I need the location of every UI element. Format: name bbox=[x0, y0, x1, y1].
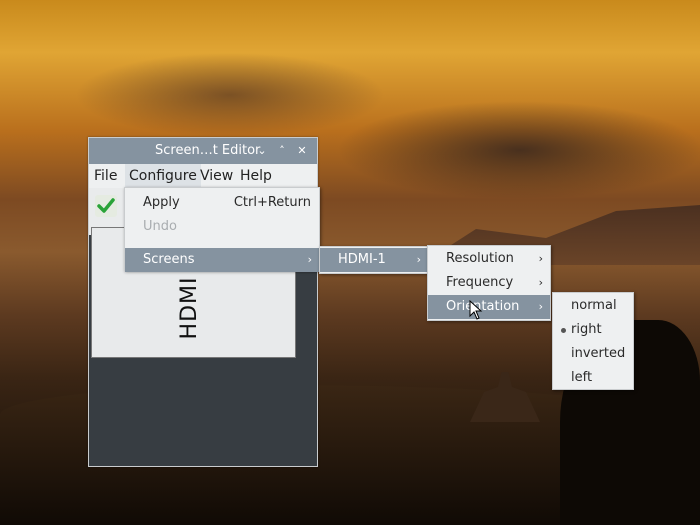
screens-submenu: HDMI-1 › bbox=[319, 246, 429, 274]
menu-item-apply[interactable]: Apply Ctrl+Return bbox=[125, 191, 319, 215]
menu-view[interactable]: View bbox=[200, 164, 233, 188]
menu-help[interactable]: Help bbox=[240, 164, 272, 188]
checkmark-icon bbox=[97, 198, 115, 213]
orientation-option-right[interactable]: right bbox=[553, 318, 633, 342]
menu-item-frequency[interactable]: Frequency › bbox=[428, 271, 550, 295]
orientation-option-left[interactable]: left bbox=[553, 366, 633, 390]
close-button[interactable]: ✕ bbox=[293, 138, 311, 164]
menu-item-screens[interactable]: Screens › bbox=[125, 248, 319, 272]
submenu-arrow-icon: › bbox=[307, 253, 312, 266]
menu-item-hdmi-1[interactable]: HDMI-1 › bbox=[320, 248, 428, 272]
hdmi-submenu: Resolution › Frequency › Orientation › bbox=[427, 245, 551, 321]
menu-item-orientation[interactable]: Orientation › bbox=[428, 295, 550, 319]
menu-bar: File Configure View Help bbox=[89, 164, 317, 188]
submenu-arrow-icon: › bbox=[416, 253, 421, 266]
apply-toolbar-button[interactable] bbox=[95, 195, 117, 217]
apply-shortcut: Ctrl+Return bbox=[233, 195, 311, 210]
menu-configure[interactable]: Configure bbox=[125, 164, 201, 188]
orientation-submenu: normal right inverted left bbox=[552, 292, 634, 390]
title-bar[interactable]: Screen…t Editor ⌄ ˄ ✕ bbox=[89, 138, 317, 164]
menu-file[interactable]: File bbox=[94, 164, 117, 188]
menu-item-undo: Undo bbox=[143, 219, 177, 234]
configure-menu: Apply Ctrl+Return Undo Screens › bbox=[124, 187, 320, 272]
screen-label: HDMI bbox=[176, 276, 202, 340]
orientation-option-inverted[interactable]: inverted bbox=[553, 342, 633, 366]
menu-item-resolution[interactable]: Resolution › bbox=[428, 247, 550, 271]
window-menu-button[interactable]: ⌄ bbox=[253, 138, 271, 164]
selected-radio-icon bbox=[561, 328, 566, 333]
submenu-arrow-icon: › bbox=[538, 276, 543, 289]
orientation-option-normal[interactable]: normal bbox=[553, 294, 633, 318]
submenu-arrow-icon: › bbox=[538, 300, 543, 313]
window-title: Screen…t Editor bbox=[155, 143, 261, 158]
submenu-arrow-icon: › bbox=[538, 252, 543, 265]
mouse-pointer-icon bbox=[469, 300, 483, 320]
maximize-button[interactable]: ˄ bbox=[273, 138, 291, 164]
